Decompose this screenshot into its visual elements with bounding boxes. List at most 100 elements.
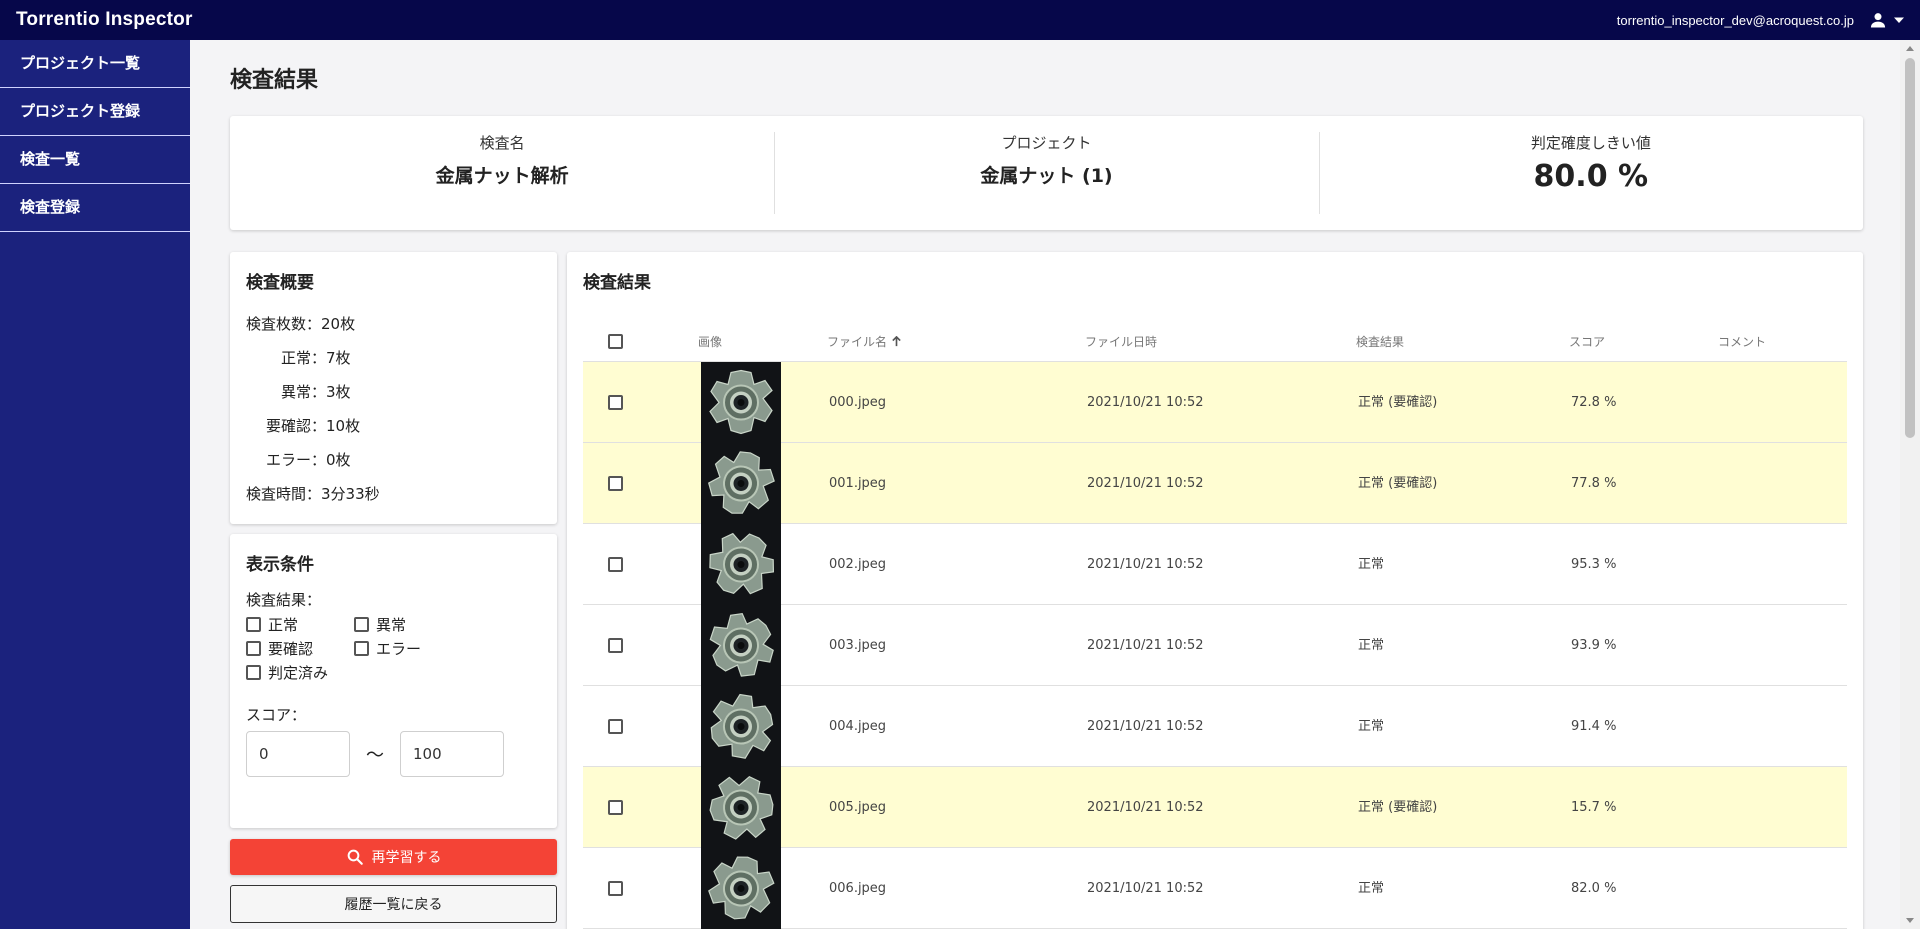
inspection-name-block: 検査名 金属ナット解析	[230, 116, 774, 230]
row-date: 2021/10/21 10:52	[1087, 557, 1204, 572]
filter-normal-checkbox[interactable]: 正常	[246, 614, 354, 635]
table-row[interactable]: 001.jpeg 2021/10/21 10:52 正常 (要確認) 77.8 …	[583, 443, 1847, 524]
summary-total-value: 20枚	[321, 315, 356, 333]
row-checkbox[interactable]	[608, 557, 623, 572]
row-thumbnail[interactable]	[701, 524, 781, 605]
filter-judged-checkbox[interactable]: 判定済み	[246, 662, 328, 683]
row-filename: 002.jpeg	[829, 557, 887, 572]
metal-nut-image	[701, 443, 781, 524]
score-min-input[interactable]	[246, 731, 350, 777]
summary-normal-value: 7枚	[326, 349, 351, 367]
row-checkbox[interactable]	[608, 638, 623, 653]
checkbox-box[interactable]	[354, 616, 369, 632]
column-filename-label: ファイル名	[827, 335, 888, 349]
filter-abnormal-label: 異常	[376, 615, 407, 634]
search-icon	[347, 849, 363, 865]
summary-total: 検査枚数：20枚	[246, 307, 541, 341]
row-date: 2021/10/21 10:52	[1087, 476, 1204, 491]
scroll-up-icon[interactable]	[1906, 46, 1914, 51]
column-date[interactable]: ファイル日時	[1085, 322, 1157, 362]
sidebar-item-inspection-list[interactable]: 検査一覧	[0, 136, 190, 184]
sidebar-item-project-register[interactable]: プロジェクト登録	[0, 88, 190, 136]
filter-error-checkbox[interactable]: エラー	[354, 638, 462, 659]
sidebar-item-project-list[interactable]: プロジェクト一覧	[0, 40, 190, 88]
results-title: 検査結果	[583, 273, 651, 293]
row-checkbox[interactable]	[608, 395, 623, 410]
row-result: 正常 (要確認)	[1358, 395, 1438, 410]
column-filename[interactable]: ファイル名	[827, 322, 902, 362]
row-date: 2021/10/21 10:52	[1087, 719, 1204, 734]
threshold-label: 判定確度しきい値	[1530, 134, 1651, 152]
score-label: スコア：	[246, 706, 307, 724]
summary-normal: 正常：7枚	[246, 341, 541, 375]
checkbox-box[interactable]	[246, 664, 261, 680]
row-thumbnail[interactable]	[701, 605, 781, 686]
filter-abnormal-checkbox[interactable]: 異常	[354, 614, 462, 635]
row-checkbox[interactable]	[608, 881, 623, 896]
row-filename: 001.jpeg	[829, 476, 887, 491]
row-thumbnail[interactable]	[701, 767, 781, 848]
table-row[interactable]: 006.jpeg 2021/10/21 10:52 正常 82.0 %	[583, 848, 1847, 929]
row-result: 正常	[1358, 881, 1385, 896]
user-menu-button[interactable]	[1868, 10, 1904, 30]
person-icon	[1870, 13, 1886, 28]
row-score: 91.4 %	[1571, 719, 1617, 734]
threshold-value: 80.0 %	[1533, 159, 1649, 194]
checkbox-box[interactable]	[354, 640, 369, 656]
metal-nut-image	[701, 848, 781, 929]
metal-nut-image	[701, 767, 781, 848]
summary-total-label: 検査枚数：	[246, 315, 322, 333]
filter-review-checkbox[interactable]: 要確認	[246, 638, 354, 659]
table-header: 画像 ファイル名 ファイル日時 検査結果 スコア コメント	[583, 322, 1847, 362]
column-score[interactable]: スコア	[1569, 322, 1605, 362]
scroll-down-icon[interactable]	[1906, 918, 1914, 923]
summary-time-label: 検査時間：	[246, 485, 322, 503]
score-range: ～	[246, 731, 541, 777]
column-result[interactable]: 検査結果	[1356, 322, 1404, 362]
app-title: Torrentio Inspector	[16, 9, 193, 30]
score-max-input[interactable]	[400, 731, 504, 777]
row-filename: 004.jpeg	[829, 719, 887, 734]
back-to-history-button[interactable]: 履歴一覧に戻る	[230, 885, 557, 923]
table-row[interactable]: 002.jpeg 2021/10/21 10:52 正常 95.3 %	[583, 524, 1847, 605]
row-score: 95.3 %	[1571, 557, 1617, 572]
retrain-button[interactable]: 再学習する	[230, 839, 557, 875]
row-filename: 006.jpeg	[829, 881, 887, 896]
table-row[interactable]: 003.jpeg 2021/10/21 10:52 正常 93.9 %	[583, 605, 1847, 686]
threshold-block: 判定確度しきい値 80.0 %	[1318, 116, 1863, 230]
filter-normal-label: 正常	[268, 615, 299, 634]
inspection-name-value: 金属ナット解析	[435, 165, 569, 187]
summary-abnormal: 異常：3枚	[246, 375, 541, 409]
row-checkbox[interactable]	[608, 719, 623, 734]
page-scrollbar[interactable]	[1900, 40, 1920, 929]
row-result: 正常 (要確認)	[1358, 800, 1438, 815]
summary-review: 要確認：10枚	[246, 409, 541, 443]
row-date: 2021/10/21 10:52	[1087, 638, 1204, 653]
select-all-checkbox[interactable]	[608, 334, 623, 349]
top-app-bar: Torrentio Inspector torrentio_inspector_…	[0, 0, 1920, 40]
table-row[interactable]: 000.jpeg 2021/10/21 10:52 正常 (要確認) 72.8 …	[583, 362, 1847, 443]
sidebar-item-inspection-register[interactable]: 検査登録	[0, 184, 190, 232]
summary-abnormal-value: 3枚	[326, 383, 351, 401]
row-thumbnail[interactable]	[701, 362, 781, 443]
row-filename: 003.jpeg	[829, 638, 887, 653]
row-result: 正常 (要確認)	[1358, 476, 1438, 491]
table-row[interactable]: 005.jpeg 2021/10/21 10:52 正常 (要確認) 15.7 …	[583, 767, 1847, 848]
row-filename: 000.jpeg	[829, 395, 887, 410]
scrollbar-thumb[interactable]	[1905, 58, 1915, 438]
project-value: 金属ナット (1)	[980, 165, 1113, 187]
row-thumbnail[interactable]	[701, 848, 781, 929]
checkbox-box[interactable]	[246, 616, 261, 632]
table-row[interactable]: 004.jpeg 2021/10/21 10:52 正常 91.4 %	[583, 686, 1847, 767]
row-score: 72.8 %	[1571, 395, 1617, 410]
checkbox-box[interactable]	[246, 640, 261, 656]
row-result: 正常	[1358, 557, 1385, 572]
row-score: 77.8 %	[1571, 476, 1617, 491]
filter-error-label: エラー	[376, 639, 422, 658]
row-checkbox[interactable]	[608, 800, 623, 815]
row-thumbnail[interactable]	[701, 443, 781, 524]
row-checkbox[interactable]	[608, 476, 623, 491]
row-score: 82.0 %	[1571, 881, 1617, 896]
row-thumbnail[interactable]	[701, 686, 781, 767]
column-image: 画像	[698, 335, 723, 349]
